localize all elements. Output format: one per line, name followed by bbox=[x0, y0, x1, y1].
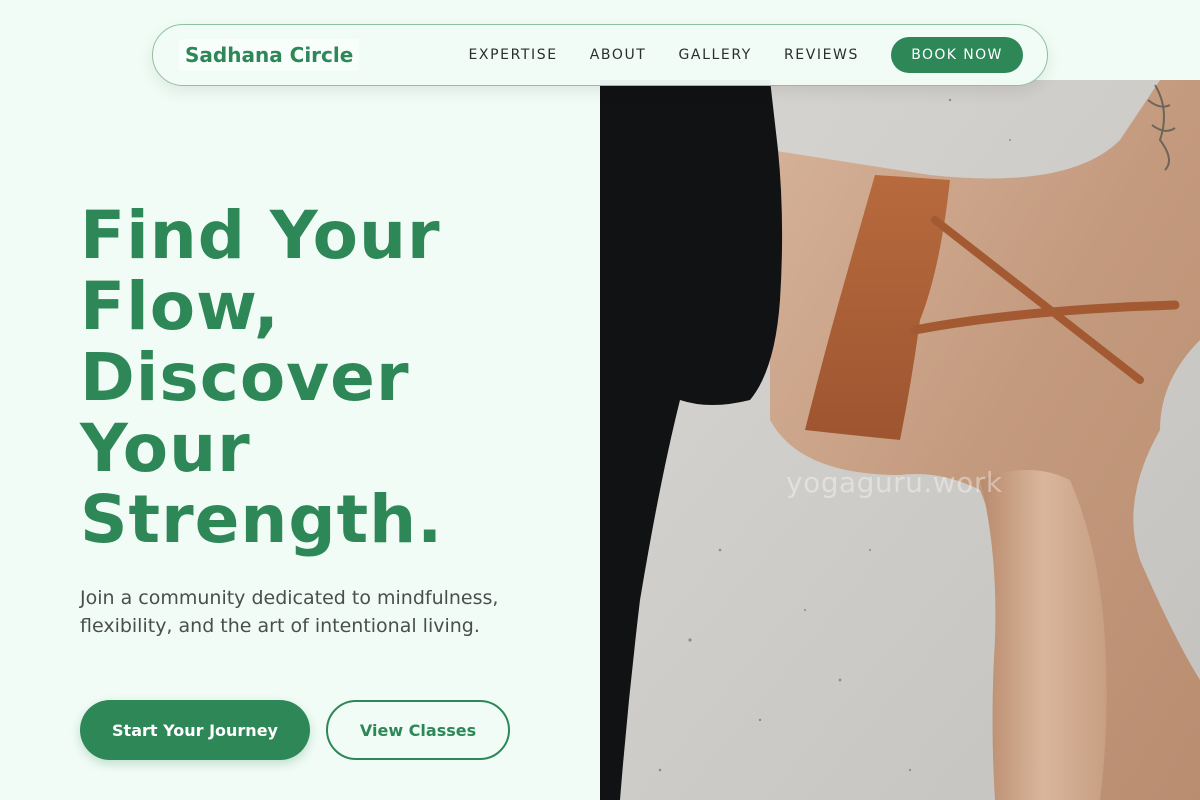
hero-subtext: Join a community dedicated to mindfulnes… bbox=[80, 587, 499, 637]
nav-link-about[interactable]: ABOUT bbox=[590, 47, 647, 63]
headline-line: Flow, bbox=[80, 268, 280, 345]
headline-line: Find Your bbox=[80, 197, 441, 274]
top-nav: Sadhana Circle EXPERTISE ABOUT GALLERY R… bbox=[152, 24, 1048, 86]
headline-line: Discover bbox=[80, 339, 410, 416]
headline-line: Strength. bbox=[80, 481, 444, 558]
hero-headline: Find Your Flow, Discover Your Strength. bbox=[80, 200, 560, 555]
brand-logo[interactable]: Sadhana Circle bbox=[179, 39, 360, 71]
image-watermark: yogaguru.work bbox=[786, 466, 1003, 499]
book-now-button[interactable]: BOOK NOW bbox=[891, 37, 1023, 73]
nav-link-expertise[interactable]: EXPERTISE bbox=[468, 47, 557, 63]
start-journey-button[interactable]: Start Your Journey bbox=[80, 700, 310, 760]
hero-photo-illustration bbox=[600, 80, 1200, 800]
nav-links: EXPERTISE ABOUT GALLERY REVIEWS BOOK NOW bbox=[468, 37, 1023, 73]
hero-image: yogaguru.work bbox=[600, 80, 1200, 800]
headline-line: Your bbox=[80, 410, 251, 487]
page: Sadhana Circle EXPERTISE ABOUT GALLERY R… bbox=[0, 0, 1200, 800]
view-classes-button[interactable]: View Classes bbox=[326, 700, 510, 760]
nav-link-gallery[interactable]: GALLERY bbox=[678, 47, 751, 63]
nav-link-reviews[interactable]: REVIEWS bbox=[784, 47, 859, 63]
